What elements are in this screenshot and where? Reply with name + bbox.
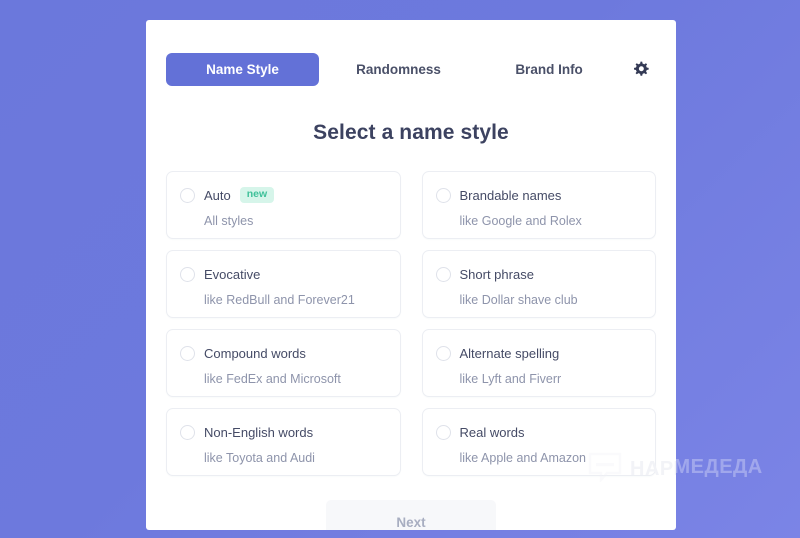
option-label: Compound words — [204, 345, 306, 361]
option-header: Brandable names — [435, 186, 642, 204]
gear-icon[interactable] — [626, 55, 654, 83]
option-sublabel: like Apple and Amazon — [459, 451, 586, 465]
option-alternate-spelling[interactable]: Alternate spelling like Lyft and Fiverr — [421, 329, 656, 397]
option-sublabel: like Lyft and Fiverr — [459, 372, 562, 386]
option-header: Evocative — [180, 265, 386, 283]
option-short-phrase[interactable]: Short phrase like Dollar shave club — [421, 250, 656, 318]
option-header: Non-English words — [180, 423, 386, 441]
option-brandable-names[interactable]: Brandable names like Google and Rolex — [421, 171, 656, 239]
tab-name-style[interactable]: Name Style — [166, 52, 319, 86]
tab-bar: Name Style Randomness Brand Info — [146, 20, 676, 96]
option-label: Short phrase — [459, 266, 534, 282]
tab-brand-info[interactable]: Brand Info — [478, 62, 620, 77]
option-evocative[interactable]: Evocative like RedBull and Forever21 — [166, 250, 401, 318]
radio-auto[interactable] — [180, 187, 195, 203]
radio-real-words[interactable] — [435, 424, 451, 440]
option-header: Short phrase — [435, 265, 642, 283]
tab-randomness[interactable]: Randomness — [319, 62, 478, 77]
radio-brandable-names[interactable] — [435, 187, 451, 203]
option-label: Evocative — [204, 266, 261, 282]
option-sublabel: All styles — [204, 214, 254, 228]
option-label: Alternate spelling — [459, 345, 560, 361]
radio-short-phrase[interactable] — [435, 266, 451, 282]
option-label: Brandable names — [459, 187, 562, 203]
option-header: Real words — [435, 423, 642, 441]
option-header: Alternate spelling — [435, 344, 642, 362]
radio-compound-words[interactable] — [180, 345, 195, 361]
option-compound-words[interactable]: Compound words like FedEx and Microsoft — [166, 329, 401, 397]
option-auto[interactable]: Auto new All styles — [166, 171, 401, 239]
new-badge: new — [239, 187, 275, 203]
next-button[interactable]: Next — [326, 500, 496, 530]
option-sublabel: like FedEx and Microsoft — [204, 372, 341, 386]
option-header: Compound words — [180, 344, 386, 362]
option-real-words[interactable]: Real words like Apple and Amazon — [421, 408, 656, 476]
option-sublabel: like Toyota and Audi — [204, 451, 315, 465]
radio-non-english-words[interactable] — [180, 424, 195, 440]
option-sublabel: like RedBull and Forever21 — [204, 293, 355, 307]
option-label: Auto — [204, 187, 231, 203]
radio-evocative[interactable] — [180, 266, 195, 282]
option-sublabel: like Google and Rolex — [459, 214, 582, 228]
radio-alternate-spelling[interactable] — [435, 345, 451, 361]
option-non-english-words[interactable]: Non-English words like Toyota and Audi — [166, 408, 401, 476]
page-title: Select a name style — [313, 121, 509, 144]
option-grid: Auto new All styles Brandable names like… — [166, 171, 656, 476]
main-panel: НАРМЕДЕДА Name Style Randomness Brand In… — [146, 20, 676, 530]
footer: Next — [146, 500, 676, 530]
option-label: Non-English words — [204, 424, 314, 440]
option-sublabel: like Dollar shave club — [459, 293, 578, 307]
option-header: Auto new — [180, 186, 386, 204]
option-label: Real words — [459, 424, 525, 440]
